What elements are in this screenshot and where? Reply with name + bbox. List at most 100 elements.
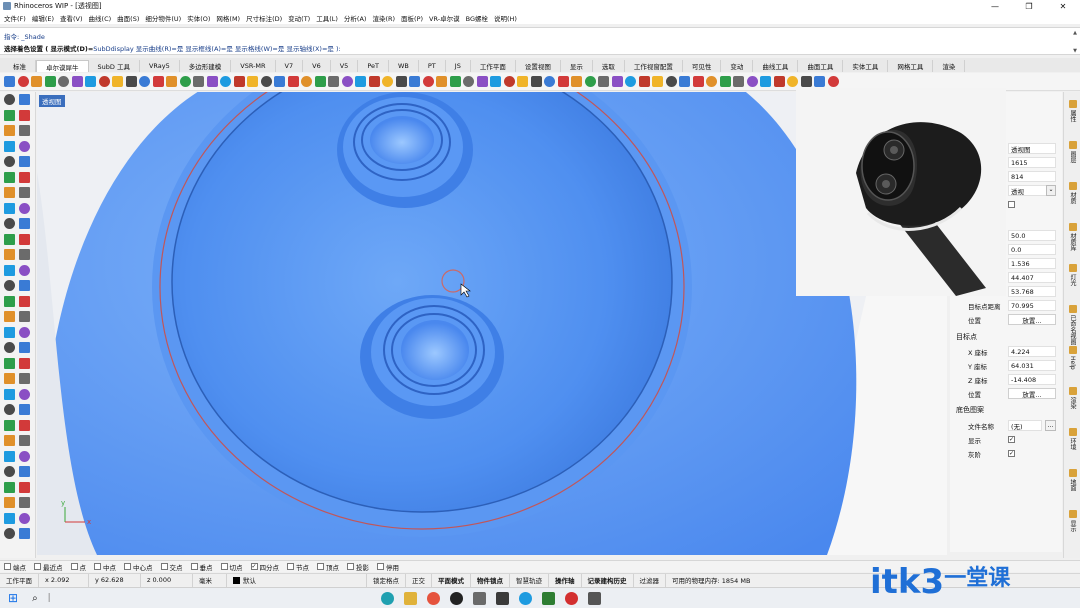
grayscale-checkbox[interactable]: ✓	[1008, 450, 1015, 457]
toolbar-tool-14-icon[interactable]	[179, 76, 191, 87]
toolbox-tool-28-icon[interactable]	[19, 295, 30, 307]
file-browse-button[interactable]: ...	[1045, 420, 1056, 431]
taskbar-app-7-icon[interactable]	[518, 591, 532, 605]
toolbox-tool-41-icon[interactable]	[4, 404, 15, 416]
toolbar-tool-41-icon[interactable]	[544, 76, 555, 87]
toolbox-tool-44-icon[interactable]	[19, 419, 30, 431]
toolbox-tool-35-icon[interactable]	[4, 357, 15, 369]
tab-cplane[interactable]: 工作平面	[471, 60, 516, 72]
right-tab-8[interactable]: 渲染	[1066, 387, 1079, 409]
toolbar-tool-8-icon[interactable]	[98, 76, 110, 87]
tab-pet[interactable]: PeT	[358, 60, 389, 72]
prop-viewport-title[interactable]: 透视图	[1008, 143, 1056, 154]
command-prompt[interactable]: 选择着色设置 ( 显示模式(D)=SubDdisplay 显示曲线(R)=是 显…	[4, 43, 341, 53]
osnap-checkbox[interactable]	[4, 563, 11, 570]
toolbar-tool-61-icon[interactable]	[814, 76, 825, 87]
tab-pt[interactable]: PT	[419, 60, 446, 72]
osnap-item[interactable]: 最近点	[34, 562, 63, 572]
osnap-checkbox[interactable]	[287, 563, 294, 570]
toolbar-tool-24-icon[interactable]	[314, 76, 326, 87]
lower-lens[interactable]	[360, 295, 504, 419]
menu-solid[interactable]: 实体(O)	[187, 13, 210, 23]
toolbar-tool-28-icon[interactable]	[368, 76, 380, 87]
toolbar-tool-16-icon[interactable]	[206, 76, 218, 87]
toolbox-tool-9-icon[interactable]	[4, 156, 15, 168]
prop-camera-z[interactable]: 53.768	[1008, 286, 1056, 297]
maximize-button[interactable]: ❐	[1012, 0, 1046, 12]
toolbar-tool-53-icon[interactable]	[706, 76, 717, 87]
target-distance-value[interactable]: 70.995	[1008, 300, 1056, 311]
toolbar-tool-52-icon[interactable]	[692, 76, 704, 87]
prop-checkbox[interactable]	[1008, 201, 1015, 208]
toolbox-tool-11-icon[interactable]	[4, 171, 15, 183]
status-layer[interactable]: 默认	[227, 573, 367, 587]
toolbox-tool-19-icon[interactable]	[4, 233, 15, 245]
toolbox-tool-38-icon[interactable]	[19, 373, 30, 385]
toolbox-tool-53-icon[interactable]	[4, 497, 15, 509]
toggle-planar[interactable]: 平面模式	[432, 573, 471, 587]
close-button[interactable]: ✕	[1046, 0, 1080, 12]
osnap-checkbox[interactable]	[160, 563, 168, 570]
toolbox-tool-8-icon[interactable]	[19, 140, 30, 152]
toolbar-tool-6-icon[interactable]	[71, 76, 83, 87]
right-tab-11[interactable]: 显示	[1066, 510, 1079, 532]
toolbar-tool-10-icon[interactable]	[125, 76, 137, 87]
target-z-value[interactable]: -14.408	[1008, 374, 1056, 385]
toolbar-tool-31-icon[interactable]	[409, 76, 420, 87]
toggle-history[interactable]: 记录建构历史	[582, 573, 634, 587]
tab-v6[interactable]: V6	[303, 60, 331, 72]
right-tab-9[interactable]: 环境	[1066, 428, 1079, 450]
osnap-item[interactable]: 垂点	[190, 562, 213, 572]
tab-visibility[interactable]: 可见性	[683, 60, 722, 72]
toolbox-tool-3-icon[interactable]	[4, 109, 15, 121]
scroll-down-icon[interactable]: ▼	[1073, 48, 1077, 54]
toolbox-tool-5-icon[interactable]	[4, 125, 15, 137]
menu-transform[interactable]: 变动(T)	[288, 13, 310, 23]
taskbar-rhino-icon[interactable]	[587, 591, 601, 605]
camera-place-button[interactable]: 放置...	[1008, 314, 1056, 325]
toolbox-tool-29-icon[interactable]	[4, 311, 15, 323]
toolbox-tool-50-icon[interactable]	[19, 466, 30, 478]
toolbar-tool-32-icon[interactable]	[422, 76, 434, 87]
osnap-checkbox[interactable]	[220, 563, 228, 570]
prop-width[interactable]: 1615	[1008, 157, 1056, 168]
toolbox-tool-30-icon[interactable]	[19, 311, 30, 323]
upper-lens[interactable]	[337, 92, 473, 208]
right-tab-5[interactable]: 灯光	[1066, 264, 1079, 286]
menu-tools[interactable]: 工具(L)	[316, 13, 338, 23]
toolbar-tool-51-icon[interactable]	[679, 76, 690, 87]
toolbar-tool-44-icon[interactable]	[584, 76, 596, 87]
osnap-checkbox[interactable]	[124, 563, 131, 570]
viewport-title[interactable]: 透视图	[39, 95, 65, 107]
menu-subd[interactable]: 细分物件(U)	[145, 13, 181, 23]
toolbar-tool-26-icon[interactable]	[341, 76, 353, 87]
toggle-gumball[interactable]: 操作轴	[549, 573, 582, 587]
tab-js[interactable]: JS	[446, 60, 471, 72]
toolbar-tool-36-icon[interactable]	[476, 76, 488, 87]
toolbox-tool-18-icon[interactable]	[19, 218, 30, 230]
toolbox-tool-20-icon[interactable]	[19, 233, 30, 245]
toolbox-tool-23-icon[interactable]	[4, 264, 15, 276]
toggle-smarttrack[interactable]: 智慧轨迹	[510, 573, 549, 587]
toolbox-tool-25-icon[interactable]	[4, 280, 15, 292]
tab-polygon[interactable]: 多边形建模	[180, 60, 232, 72]
toolbox-tool-1-icon[interactable]	[4, 94, 15, 106]
toolbar-tool-47-icon[interactable]	[625, 76, 636, 87]
toolbar-tool-50-icon[interactable]	[665, 76, 677, 87]
toolbar-tool-30-icon[interactable]	[395, 76, 407, 87]
toolbox-tool-16-icon[interactable]	[19, 202, 30, 214]
toolbox-tool-10-icon[interactable]	[19, 156, 30, 168]
prop-lens-length[interactable]: 50.0	[1008, 230, 1056, 241]
osnap-checkbox[interactable]	[317, 563, 324, 570]
toolbox-tool-17-icon[interactable]	[4, 218, 15, 230]
toolbar-tool-34-icon[interactable]	[449, 76, 461, 87]
toolbox-tool-32-icon[interactable]	[19, 326, 30, 338]
right-tab-3[interactable]: 材质	[1066, 182, 1079, 204]
toolbox-tool-34-icon[interactable]	[19, 342, 30, 354]
menu-edit[interactable]: 编辑(E)	[32, 13, 54, 23]
osnap-checkbox[interactable]	[377, 563, 384, 570]
toolbox-tool-51-icon[interactable]	[4, 481, 15, 493]
toolbox-tool-49-icon[interactable]	[4, 466, 15, 478]
menu-help[interactable]: 说明(H)	[494, 13, 517, 23]
right-tab-2[interactable]: 图层	[1066, 141, 1079, 163]
